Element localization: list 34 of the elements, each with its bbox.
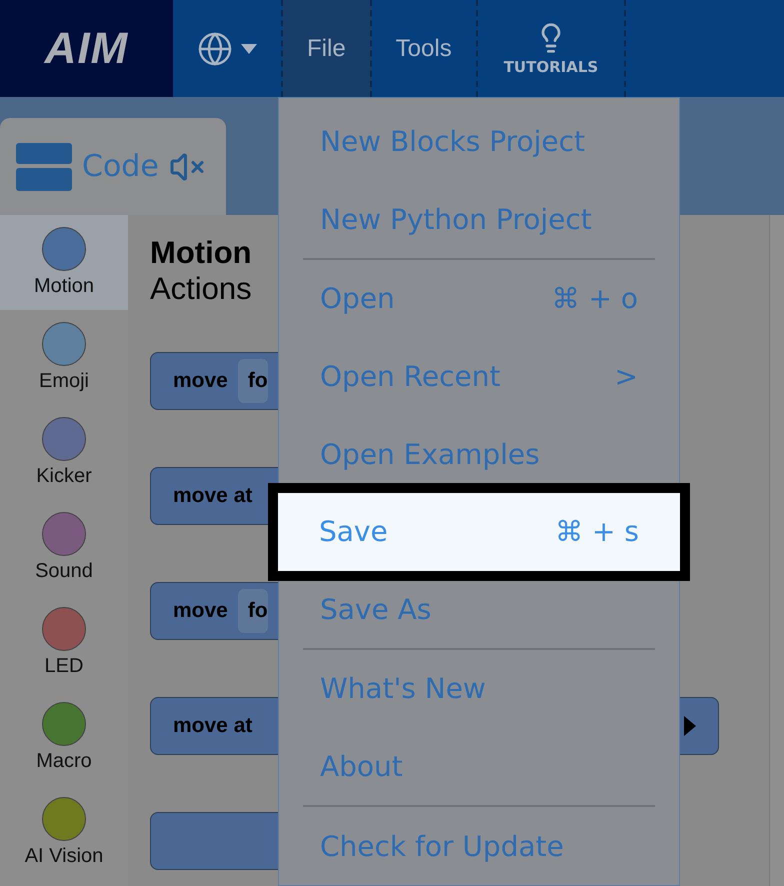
category-label: Sound: [35, 560, 93, 583]
palette-title: Motion: [150, 235, 252, 271]
caret-icon: [241, 44, 257, 54]
category-item[interactable]: AI Vision: [0, 785, 128, 880]
category-label: Macro: [36, 750, 92, 773]
category-label: Emoji: [38, 370, 89, 393]
block-label: move at: [173, 484, 252, 508]
category-item[interactable]: Macro: [0, 690, 128, 785]
category-item[interactable]: Sound: [0, 500, 128, 595]
category-label: LED: [44, 655, 84, 678]
category-label: Kicker: [36, 465, 92, 488]
shortcut-label: >: [614, 360, 638, 394]
block-field[interactable]: fo: [238, 359, 268, 403]
shortcut-label: ⌘ + o: [552, 282, 638, 316]
blocks-icon: [16, 142, 72, 190]
logo: AIM: [0, 0, 173, 97]
play-arrow-icon: [684, 716, 696, 736]
shortcut-label: ⌘ + s: [555, 515, 639, 548]
block-label: move: [173, 599, 228, 623]
category-label: AI Vision: [24, 845, 104, 868]
block-label: move: [173, 369, 228, 393]
block-label: move at: [173, 714, 252, 738]
palette-subtitle: Actions: [150, 271, 252, 307]
block-field[interactable]: fo: [238, 589, 268, 633]
category-item[interactable]: Kicker: [0, 405, 128, 500]
category-item[interactable]: Emoji: [0, 310, 128, 405]
globe-icon: [197, 30, 233, 66]
category-item[interactable]: LED: [0, 595, 128, 690]
menu-item[interactable]: Save ⌘ + s: [278, 492, 680, 571]
code-tab-label: Code: [82, 149, 159, 184]
nav-tab[interactable]: File: [283, 0, 372, 97]
category-label: Motion: [34, 275, 94, 298]
category-item[interactable]: Motion: [0, 215, 128, 310]
scrollbar[interactable]: [769, 215, 784, 886]
